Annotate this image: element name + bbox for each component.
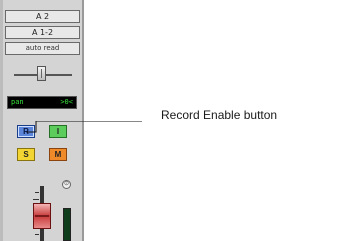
pan-display-value: >0< <box>60 98 73 106</box>
pan-slider-knob[interactable] <box>37 66 46 81</box>
mute-button[interactable]: M <box>49 148 67 161</box>
solo-button[interactable]: S <box>17 148 35 161</box>
volume-fader-cap[interactable] <box>33 203 51 229</box>
fader-scale-tick <box>35 192 39 193</box>
callout-leader-line <box>27 121 142 133</box>
callout-label: Record Enable button <box>161 108 278 122</box>
level-meter <box>63 208 71 241</box>
strip-edge <box>0 0 3 241</box>
fader-scale-tick <box>33 199 39 200</box>
pan-display: pan >0< <box>7 96 77 109</box>
automation-mode-selector[interactable]: auto read <box>5 42 80 55</box>
pan-display-label: pan <box>11 98 24 106</box>
automation-icon[interactable]: ⊙ <box>62 180 71 189</box>
input-selector[interactable]: A 1-2 <box>5 26 80 39</box>
output-selector[interactable]: A 2 <box>5 10 80 23</box>
fader-scale-tick <box>35 234 39 235</box>
